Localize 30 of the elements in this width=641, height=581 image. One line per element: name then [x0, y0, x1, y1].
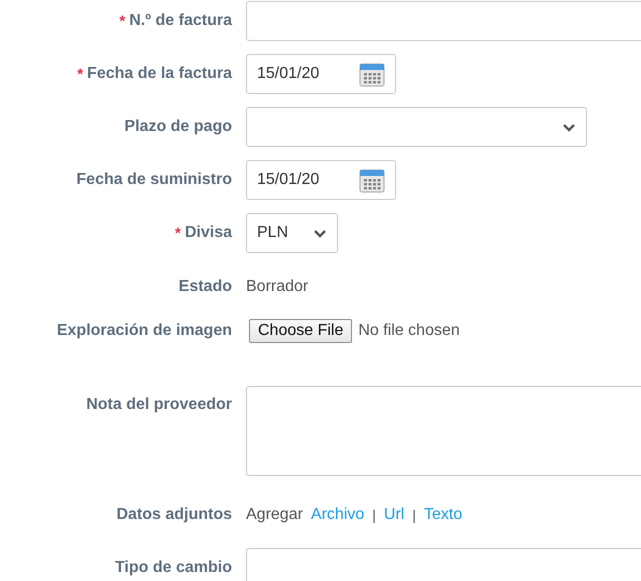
- link-separator: |: [372, 507, 376, 523]
- calendar-icon[interactable]: [359, 61, 385, 87]
- calendar-icon[interactable]: [359, 167, 385, 193]
- text-field[interactable]: [246, 1, 641, 41]
- required-mark: *: [77, 66, 84, 82]
- required-mark: *: [175, 224, 181, 242]
- date-field[interactable]: 15/01/20: [246, 160, 396, 200]
- field-label: Datos adjuntos: [116, 506, 232, 524]
- field-label: Tipo de cambio: [114, 559, 232, 577]
- chevron-down-icon: [562, 122, 576, 132]
- choose-file-button[interactable]: Choose File: [249, 319, 352, 343]
- note-textarea[interactable]: [246, 386, 641, 476]
- currency-dropdown[interactable]: PLN: [246, 213, 338, 253]
- text-field[interactable]: [246, 548, 641, 581]
- select-dropdown[interactable]: [246, 107, 587, 147]
- add-label: Agregar: [246, 506, 303, 524]
- link-separator: |: [412, 507, 416, 523]
- field-label: Fecha de suministro: [76, 171, 232, 189]
- required-mark: *: [119, 12, 126, 30]
- field-label: Divisa: [184, 224, 232, 242]
- field-label: Fecha de la factura: [87, 65, 232, 83]
- field-label: N.º de factura: [129, 12, 232, 30]
- date-field[interactable]: 15/01/20: [246, 54, 396, 94]
- file-status: No file chosen: [358, 322, 460, 340]
- field-label: Estado: [178, 278, 232, 296]
- field-label: Exploración de imagen: [56, 322, 232, 340]
- status-value: Borrador: [246, 278, 308, 296]
- field-label: Plazo de pago: [124, 118, 232, 136]
- field-label: Nota del proveedor: [86, 396, 232, 414]
- chevron-down-icon: [313, 228, 327, 238]
